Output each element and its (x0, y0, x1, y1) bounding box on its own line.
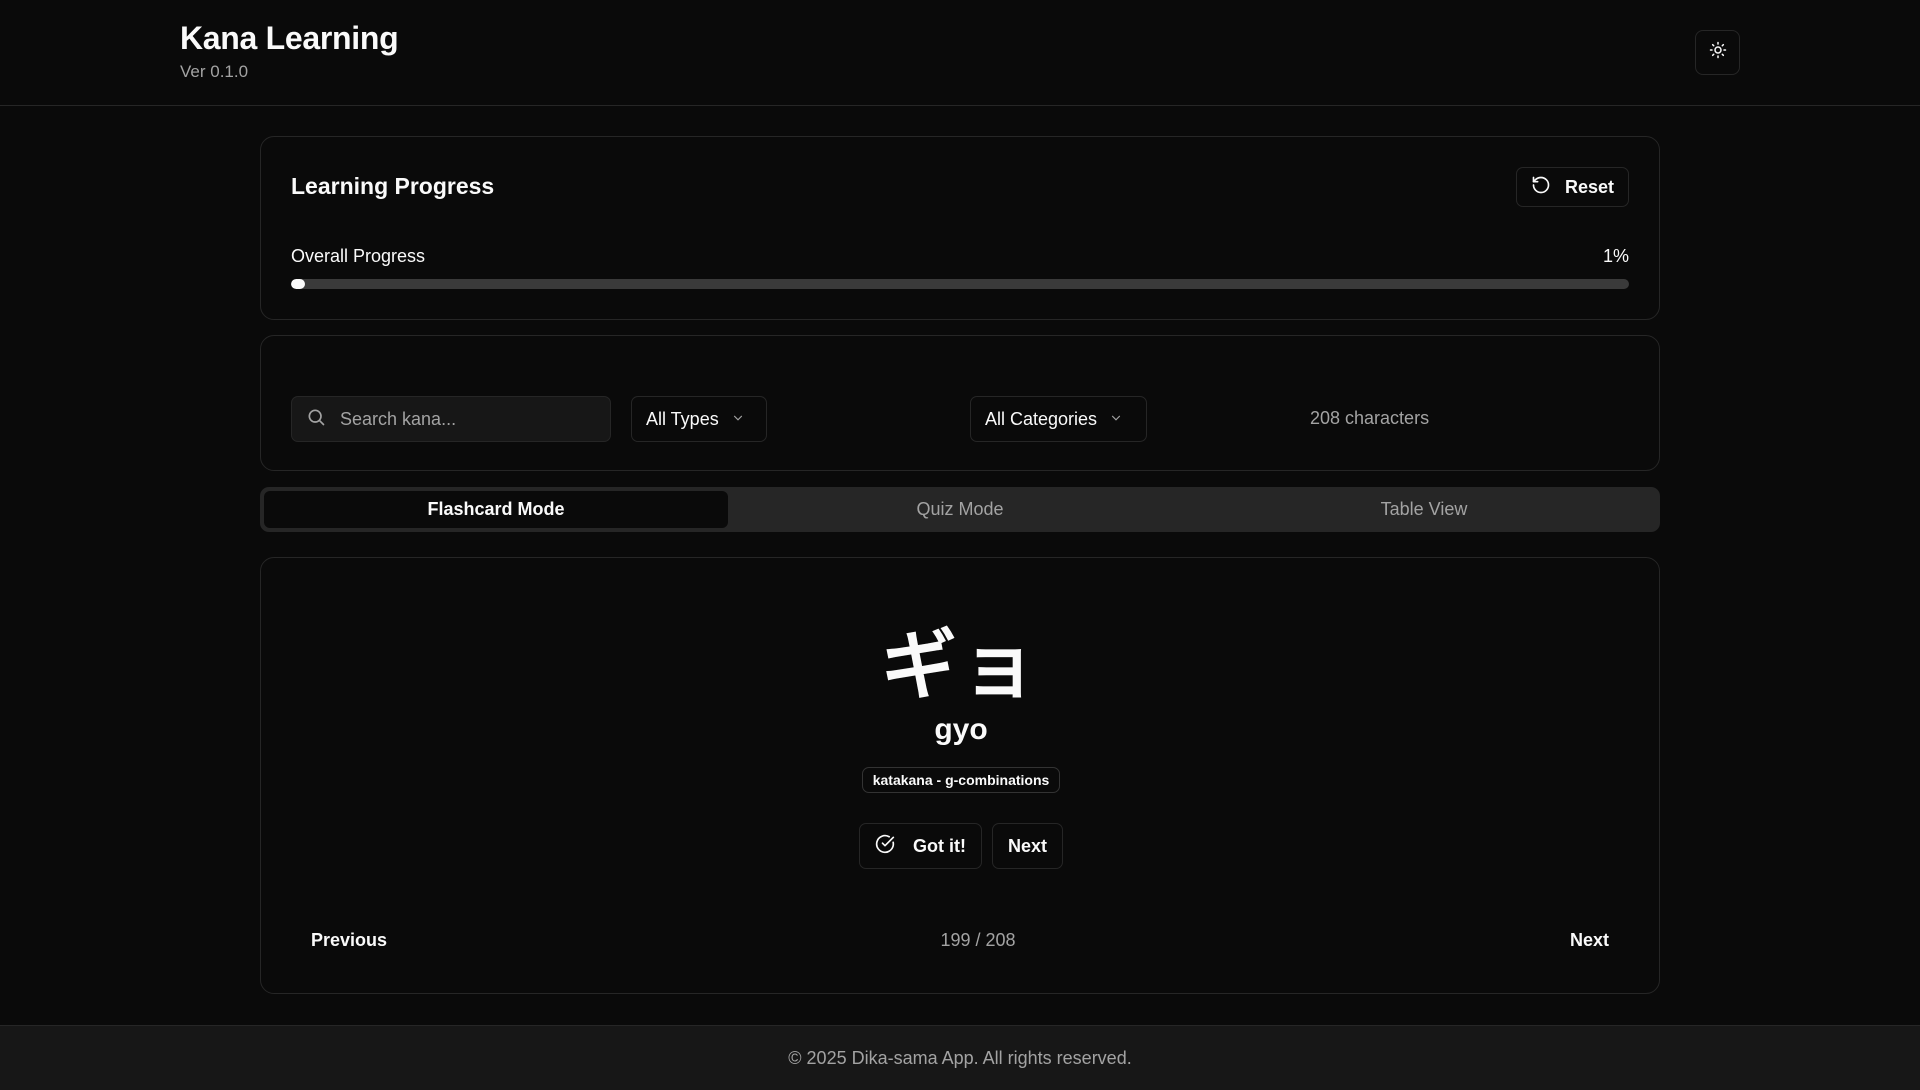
rotate-ccw-icon (1531, 175, 1551, 200)
progress-title: Learning Progress (291, 173, 495, 199)
next-button[interactable]: Next (1570, 930, 1609, 951)
type-select[interactable]: All Types (631, 396, 767, 442)
tab-quiz-mode[interactable]: Quiz Mode (728, 491, 1192, 528)
type-select-value: All Types (646, 408, 719, 429)
flashcard: ギョ gyo katakana - g-combinations Got it!… (260, 557, 1660, 994)
category-select-value: All Categories (985, 408, 1098, 429)
copyright-text: © 2025 Dika-sama App. All rights reserve… (788, 1047, 1132, 1068)
character-count: 208 characters (1310, 408, 1430, 428)
chevron-down-icon (1109, 409, 1123, 430)
circle-check-icon (875, 834, 895, 859)
overall-progress-label: Overall Progress (291, 246, 426, 266)
reset-label: Reset (1564, 176, 1615, 197)
sun-icon (1709, 41, 1727, 64)
app-title: Kana Learning (180, 20, 399, 56)
reset-button[interactable]: Reset (1516, 167, 1629, 207)
learning-progress-card: Learning Progress Reset Overall Progress… (260, 136, 1660, 320)
category-badge: katakana - g-combinations (861, 767, 1061, 793)
got-it-label: Got it! (913, 835, 966, 856)
search-icon (306, 407, 326, 432)
romaji-reading: gyo (934, 713, 988, 746)
footer: © 2025 Dika-sama App. All rights reserve… (0, 1025, 1920, 1090)
flashcard-actions: Got it! Next (261, 823, 1661, 869)
overall-progress-value: 1% (1602, 246, 1629, 266)
search-box[interactable] (291, 396, 611, 442)
next-card-button[interactable]: Next (991, 823, 1063, 869)
progress-bar (291, 279, 1629, 289)
got-it-button[interactable]: Got it! (859, 823, 982, 869)
tab-table-view[interactable]: Table View (1192, 491, 1656, 528)
card-position: 199 / 208 (940, 930, 1016, 950)
category-select[interactable]: All Categories (970, 396, 1147, 442)
search-input[interactable] (340, 408, 590, 430)
theme-toggle-button[interactable] (1695, 30, 1740, 75)
mode-tabs: Flashcard Mode Quiz Mode Table View (260, 487, 1660, 532)
app-header: Kana Learning Ver 0.1.0 (0, 0, 1920, 106)
progress-bar-fill (291, 279, 305, 289)
app-version: Ver 0.1.0 (180, 62, 249, 81)
chevron-down-icon (731, 409, 745, 430)
kana-character: ギョ (881, 621, 1041, 710)
previous-button[interactable]: Previous (311, 930, 387, 951)
tab-flashcard-mode[interactable]: Flashcard Mode (264, 491, 728, 528)
filter-card: All Types All Categories 208 characters (260, 335, 1660, 471)
